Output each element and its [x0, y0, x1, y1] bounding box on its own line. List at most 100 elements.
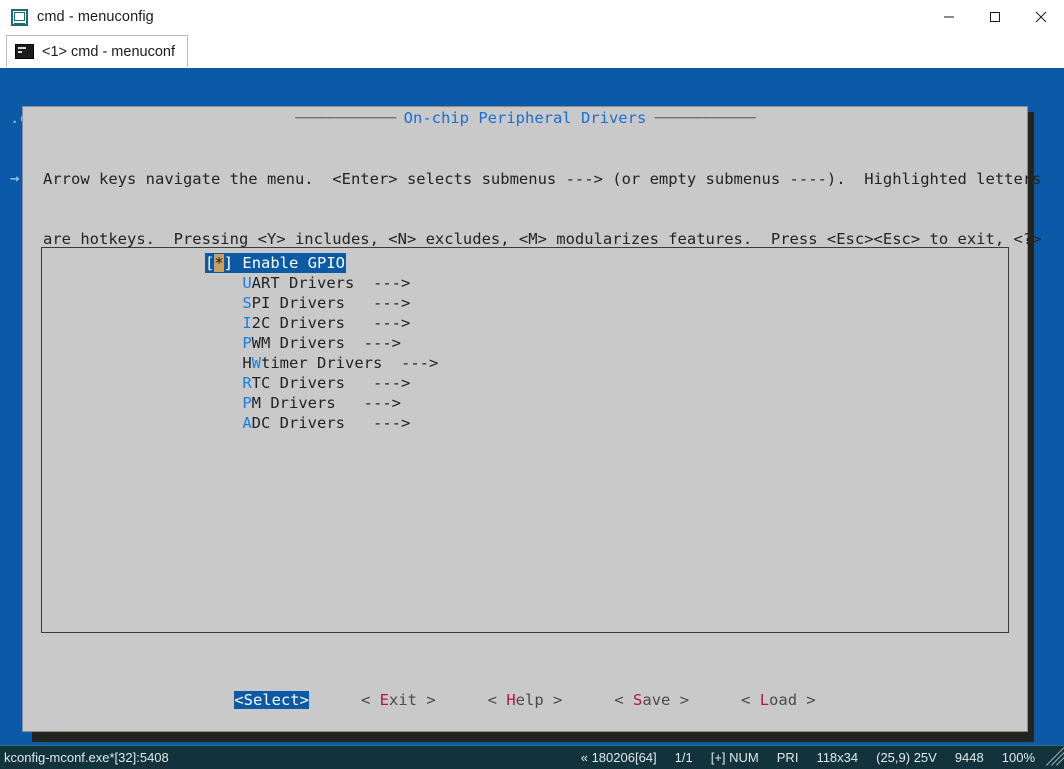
menu-item-label: ART Drivers	[251, 274, 355, 292]
button-open-bracket: <	[360, 691, 380, 709]
button-label: xit	[388, 691, 417, 709]
menu-item-row: [*] Enable GPIO	[205, 253, 438, 273]
button-hotkey: S	[243, 691, 253, 709]
submenu-arrow-icon: --->	[345, 414, 411, 432]
button-label: ave	[642, 691, 671, 709]
minimize-icon[interactable]	[926, 0, 972, 34]
dialog-button-load[interactable]: < Load >	[741, 691, 816, 709]
menu-item-prefix-letter: H	[242, 354, 252, 372]
tab-label: <1> cmd - menuconf	[42, 43, 175, 60]
menu-item[interactable]: SPI Drivers --->	[205, 293, 438, 313]
button-open-bracket: <	[614, 691, 634, 709]
submenu-arrow-icon: --->	[345, 374, 411, 392]
menu-item[interactable]: I2C Drivers --->	[205, 313, 438, 333]
button-open-bracket: <	[487, 691, 507, 709]
maximize-icon[interactable]	[972, 0, 1018, 34]
title-rule-right: ────────────	[646, 109, 756, 127]
menu-item-label: M Drivers	[251, 394, 336, 412]
menu-item-hotkey: R	[242, 374, 252, 392]
resize-grip-icon[interactable]	[1046, 746, 1064, 769]
status-process: kconfig-mconf.exe*[32]:5408	[4, 750, 169, 765]
dialog-button-exit[interactable]: < Exit >	[361, 691, 436, 709]
menu-item-indent	[205, 334, 242, 352]
dialog-button-save[interactable]: < Save >	[614, 691, 689, 709]
title-rule-left: ────────────	[295, 109, 404, 127]
menu-item-indent	[205, 274, 242, 292]
console-app-icon	[11, 8, 28, 26]
button-close-bracket: >	[416, 691, 436, 709]
console-icon	[15, 44, 34, 59]
dialog-title-text: On-chip Peripheral Drivers	[403, 109, 647, 127]
menu-item-label: DC Drivers	[251, 414, 345, 432]
menu-item[interactable]: RTC Drivers --->	[205, 373, 438, 393]
menu-item-label: 2C Drivers	[251, 314, 345, 332]
menuconfig-dialog: ──────────── On-chip Peripheral Drivers …	[22, 106, 1042, 732]
status-cell: (25,9) 25V	[876, 750, 937, 765]
menu-item-indent	[205, 394, 242, 412]
checkbox-state-cursor: *	[214, 254, 224, 272]
status-cell: 1/1	[674, 750, 693, 765]
button-hotkey: E	[379, 691, 389, 709]
button-label: elect	[252, 691, 300, 709]
menu-item-hotkey: W	[251, 354, 262, 372]
dialog-buttons: <Select> < Exit > < Help > < Save > < Load >	[23, 691, 1027, 709]
menu-item-hotkey: A	[242, 414, 252, 432]
submenu-arrow-icon: --->	[345, 314, 411, 332]
menu-item-label: TC Drivers	[251, 374, 345, 392]
menu-item-indent	[205, 374, 242, 392]
menu-item-indent	[205, 314, 242, 332]
help-line-2: are hotkeys. Pressing <Y> includes, <N> …	[43, 230, 1042, 248]
menu-item[interactable]: ADC Drivers --->	[205, 413, 438, 433]
menu-item-hotkey: U	[242, 274, 252, 292]
button-close-bracket: >	[797, 691, 816, 709]
close-icon[interactable]	[1018, 0, 1064, 34]
menu-item-label: timer Drivers	[261, 354, 383, 372]
status-cell: 100%	[1001, 750, 1035, 765]
submenu-arrow-icon: --->	[382, 354, 439, 372]
menu-list-panel[interactable]: [*] Enable GPIO UART Drivers ---> SPI Dr…	[41, 247, 1009, 633]
conemu-window: cmd - menuconfig <1> cmd - menuconf Sear…	[0, 0, 1064, 769]
menu-item-hotkey: P	[242, 334, 252, 352]
submenu-arrow-icon: --->	[345, 334, 401, 352]
dialog-button-select[interactable]: <Select>	[234, 691, 309, 709]
status-cell: 9448	[954, 750, 984, 765]
menu-item-indent	[205, 414, 242, 432]
dialog-title: ──────────── On-chip Peripheral Drivers …	[23, 109, 1027, 127]
status-cell: PRI	[776, 750, 799, 765]
menu-item[interactable]: [*] Enable GPIO	[205, 253, 347, 273]
button-open-bracket: <	[741, 691, 760, 709]
button-hotkey: L	[759, 691, 770, 709]
menu-list: [*] Enable GPIO UART Drivers ---> SPI Dr…	[205, 253, 438, 433]
menu-item[interactable]: PM Drivers --->	[205, 393, 438, 413]
menu-item-hotkey: S	[242, 294, 252, 312]
submenu-arrow-icon: --->	[354, 274, 411, 292]
menu-item-hotkey: I	[242, 314, 252, 332]
tab-strip: <1> cmd - menuconf 1	[0, 34, 1064, 98]
menu-item[interactable]: HWtimer Drivers --->	[205, 353, 438, 373]
status-cell: 118x34	[816, 750, 859, 765]
button-hotkey: S	[633, 691, 643, 709]
status-cell: « 180206[64]	[580, 750, 657, 765]
menu-item-indent	[205, 354, 242, 372]
menu-item-hotkey: P	[242, 394, 252, 412]
button-open-bracket: <	[234, 691, 244, 709]
button-label: oad	[769, 691, 798, 709]
menu-item-label: WM Drivers	[251, 334, 345, 352]
button-label: elp	[515, 691, 544, 709]
checkbox-close-bracket: ]	[223, 254, 243, 272]
window-controls	[926, 0, 1064, 34]
help-line-1: Arrow keys navigate the menu. <Enter> se…	[43, 170, 1042, 188]
dialog-button-help[interactable]: < Help >	[488, 691, 563, 709]
tab-cmd-menuconf[interactable]: <1> cmd - menuconf	[6, 35, 188, 67]
window-title: cmd - menuconfig	[37, 9, 154, 25]
button-close-bracket: >	[299, 691, 309, 709]
menu-item[interactable]: PWM Drivers --->	[205, 333, 438, 353]
menu-item[interactable]: UART Drivers --->	[205, 273, 438, 293]
submenu-arrow-icon: --->	[335, 394, 401, 412]
status-cell: [+] NUM	[710, 750, 759, 765]
button-close-bracket: >	[670, 691, 690, 709]
console-area[interactable]: .config - RT-Thread Configuration → Hard…	[0, 68, 1064, 745]
checkbox-open-bracket: [	[205, 254, 215, 272]
button-hotkey: H	[506, 691, 516, 709]
status-cells: « 180206[64] 1/1 [+] NUM PRI 118x34 (25,9) 25…	[572, 750, 1044, 765]
